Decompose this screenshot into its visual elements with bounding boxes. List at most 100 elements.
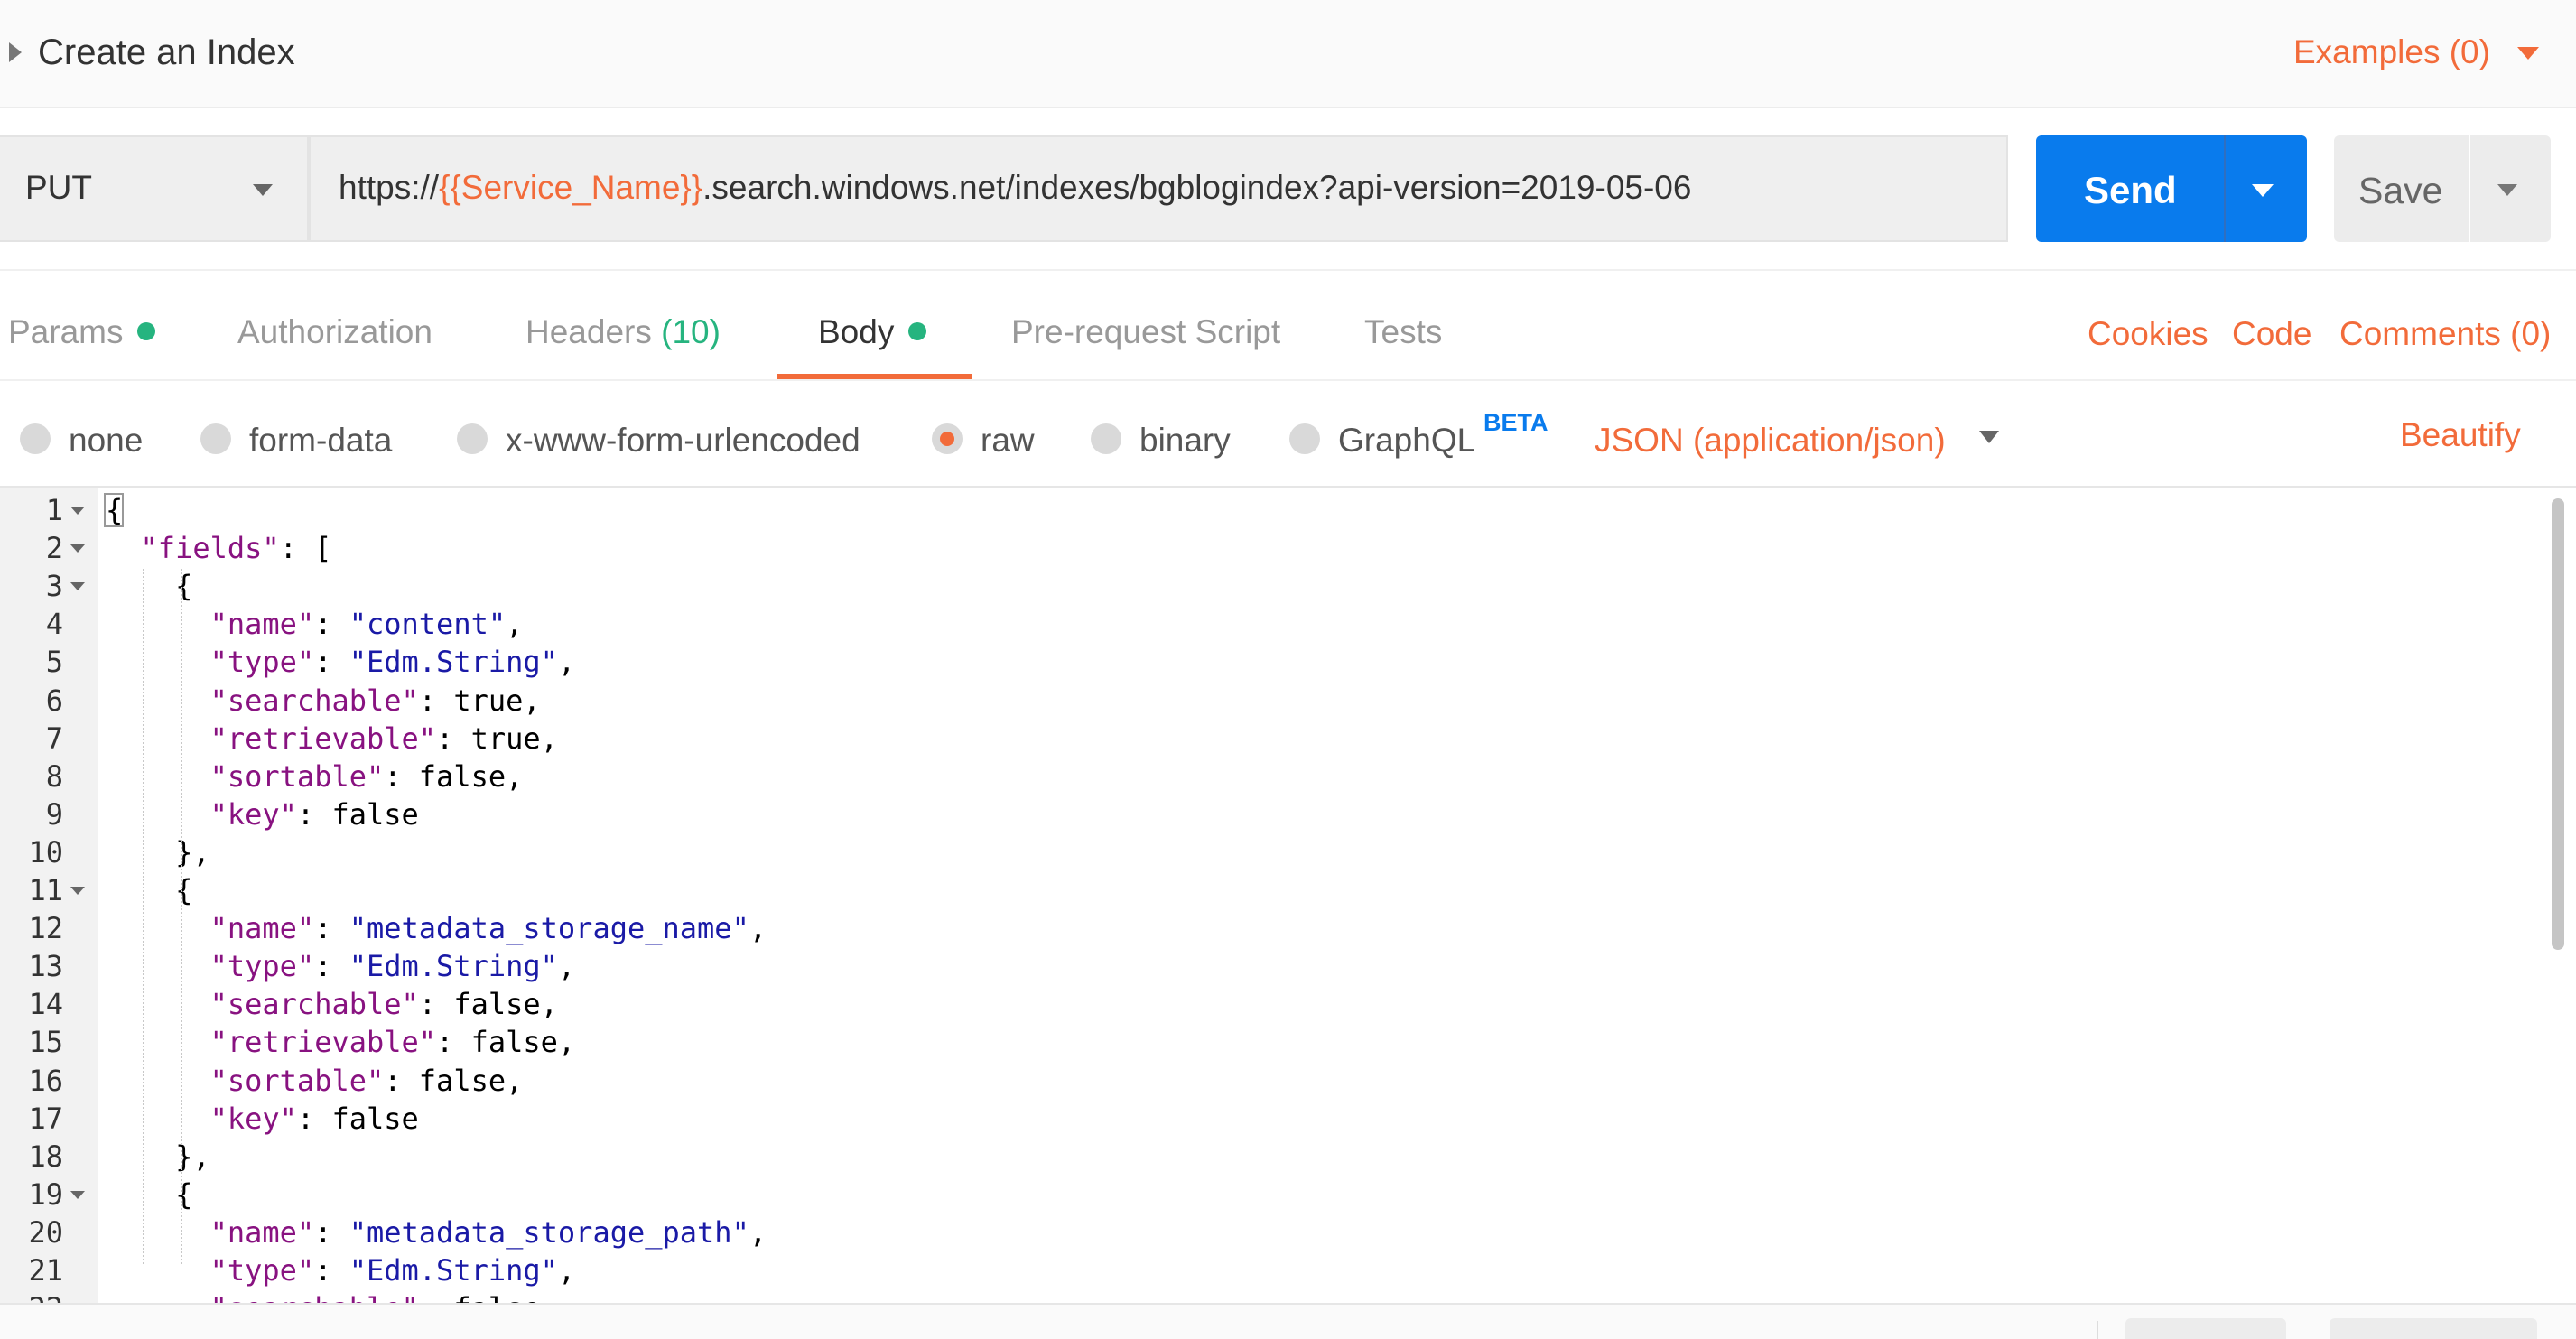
json-punctuation: : [314,1253,349,1288]
json-punctuation: , [557,949,576,983]
code-line[interactable]: "type": "Edm.String", [106,947,576,985]
divider [2097,1321,2098,1339]
code-line[interactable]: { [106,1176,192,1213]
code-line[interactable]: }, [106,833,210,871]
tab-tests[interactable]: Tests [1364,307,1442,358]
code-line[interactable]: "sortable": false, [106,1062,524,1100]
json-key: "key" [209,797,297,832]
beautify-button[interactable]: Beautify [2400,410,2521,460]
response-button[interactable] [2125,1318,2286,1339]
radio-circle-icon[interactable] [1091,423,1121,455]
radio-x-www-form-urlencoded[interactable]: x-www-form-urlencoded [457,415,860,466]
radio-none-label: none [69,422,144,459]
chevron-down-icon[interactable] [253,184,273,196]
radio-circle-icon[interactable] [200,423,231,455]
cookies-link[interactable]: Cookies [2088,309,2209,359]
radio-circle-icon[interactable] [20,423,51,455]
radio-circle-icon[interactable] [457,423,488,455]
line-number: 3 [45,569,63,603]
editor-scrollbar-thumb[interactable] [2552,498,2564,950]
line-number: 14 [28,987,63,1021]
tab-params[interactable]: Params [8,307,156,358]
line-number: 21 [28,1253,63,1288]
json-punctuation [106,949,210,983]
json-punctuation [106,759,210,794]
json-punctuation: { [106,1177,193,1212]
fold-toggle-icon[interactable] [70,582,85,590]
line-number: 20 [28,1215,63,1250]
tab-headers[interactable]: Headers (10) [525,307,721,358]
tab-params-label: Params [8,313,124,350]
send-options-caret-icon[interactable] [2252,184,2274,197]
chevron-down-icon[interactable] [1979,431,1999,443]
fold-toggle-icon[interactable] [70,1191,85,1199]
code-line[interactable]: "retrievable": false, [106,1023,576,1061]
indent-guide [181,569,182,1264]
json-key: "sortable" [209,759,385,794]
save-options-caret-icon[interactable] [2497,184,2517,196]
code-line[interactable]: "name": "metadata_storage_name", [106,909,767,947]
code-line[interactable]: "key": false [106,795,419,833]
code-line[interactable]: "name": "metadata_storage_path", [106,1213,767,1251]
code-link[interactable]: Code [2232,309,2311,359]
code-line[interactable]: "name": "content", [106,605,524,643]
radio-x-www-form-urlencoded-label: x-www-form-urlencoded [506,422,860,459]
radio-form-data[interactable]: form-data [200,415,392,466]
line-number: 4 [45,607,63,641]
url-prefix: https:// [339,169,440,206]
body-indicator-icon [908,322,927,341]
json-punctuation: : false, [436,1025,576,1059]
comments-link[interactable]: Comments (0) [2339,309,2551,359]
json-punctuation: : [314,1215,349,1250]
radio-binary[interactable]: binary [1091,415,1231,466]
json-key: "fields" [140,531,280,565]
radio-form-data-label: form-data [249,422,393,459]
examples-caret-icon[interactable] [2517,47,2539,60]
indent-guide [143,569,144,1264]
json-key: "name" [209,1215,315,1250]
json-punctuation [106,1064,210,1098]
fold-toggle-icon[interactable] [70,507,85,515]
code-line[interactable]: "searchable": false, [106,985,558,1023]
json-punctuation [106,1102,210,1136]
tab-authorization[interactable]: Authorization [237,307,432,358]
radio-checked-icon[interactable] [932,423,963,455]
code-line[interactable]: "type": "Edm.String", [106,643,576,681]
fold-toggle-icon[interactable] [70,887,85,895]
json-punctuation: { [106,569,193,603]
json-punctuation: : false [296,797,419,832]
tab-body[interactable]: Body [818,307,927,358]
radio-circle-icon[interactable] [1289,423,1320,455]
examples-link[interactable]: Examples (0) [2293,27,2490,78]
code-line[interactable]: "key": false [106,1100,419,1138]
code-line[interactable]: "searchable": true, [106,682,541,720]
tab-pre-request-script[interactable]: Pre-request Script [1011,307,1280,358]
json-string: "metadata_storage_name" [349,911,749,945]
method-value: PUT [25,169,92,206]
content-type-select[interactable]: JSON (application/json) [1595,415,1946,466]
json-key: "type" [209,949,315,983]
code-line[interactable]: { [106,567,192,605]
tab-body-label: Body [818,313,895,350]
json-punctuation: , [557,1253,576,1288]
json-key: "name" [209,911,315,945]
fold-toggle-icon[interactable] [70,544,85,553]
code-line[interactable]: "type": "Edm.String", [106,1251,576,1289]
code-line[interactable]: "fields": [ [106,529,332,567]
request-title[interactable]: Create an Index [38,27,295,78]
radio-raw[interactable]: raw [932,415,1035,466]
radio-graphql[interactable]: GraphQL [1289,415,1475,466]
radio-none[interactable]: none [20,415,143,466]
params-indicator-icon [137,322,156,341]
expand-caret-icon[interactable] [9,42,22,62]
json-key: "type" [209,1253,315,1288]
line-number: 13 [28,949,63,983]
code-line[interactable]: "sortable": false, [106,758,524,795]
code-line[interactable]: { [106,871,192,909]
json-punctuation [106,987,210,1021]
line-number: 11 [28,873,63,907]
code-line[interactable]: "retrievable": true, [106,720,558,758]
json-key: "retrievable" [209,721,437,756]
code-line[interactable]: }, [106,1138,210,1176]
response-button[interactable] [2330,1318,2537,1339]
